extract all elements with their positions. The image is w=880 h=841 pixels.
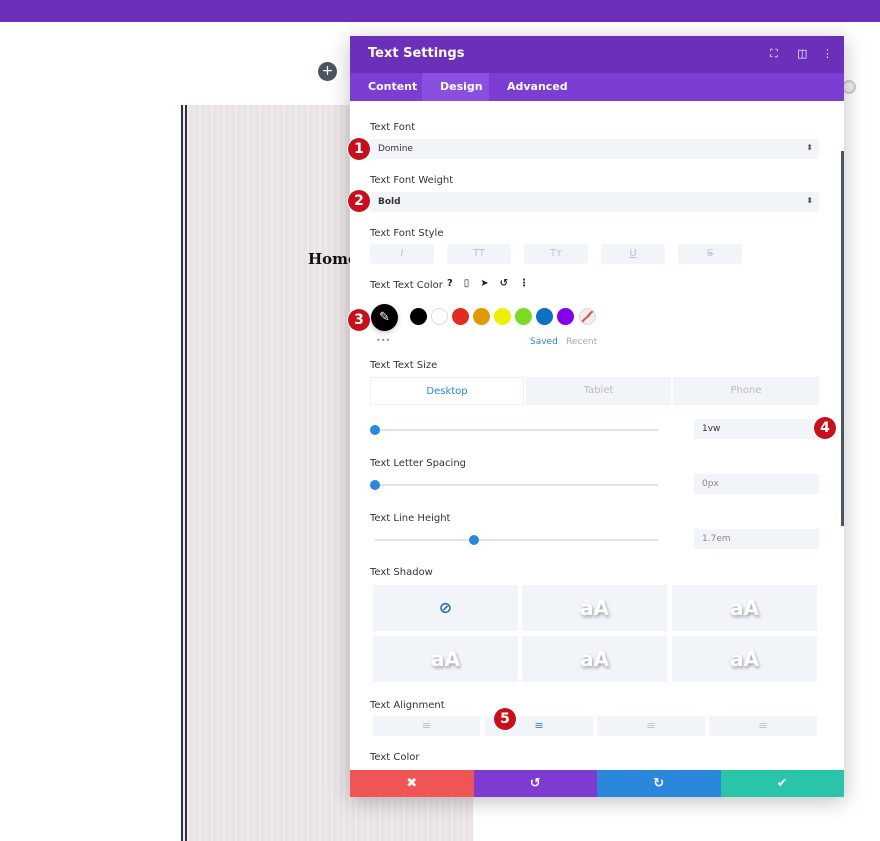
top-bar [0, 0, 880, 22]
text-text-color-label: Text Text Color [370, 280, 443, 291]
color-swatch[interactable] [410, 308, 427, 325]
step-badge-5: 5 [494, 708, 516, 730]
letter-spacing-slider-handle[interactable] [370, 480, 380, 490]
color-swatch[interactable] [473, 308, 490, 325]
color-swatch[interactable] [515, 308, 532, 325]
shadow-none-button[interactable]: ⊘ [373, 585, 518, 631]
text-size-slider-handle[interactable] [370, 425, 380, 435]
shadow-preset-5[interactable]: aA [672, 636, 817, 682]
undo-button[interactable]: ↺ [473, 770, 597, 797]
fullscreen-icon[interactable]: ⛶ [770, 47, 778, 61]
tab-design[interactable]: Design [422, 73, 489, 101]
text-font-value: Domine [378, 144, 413, 154]
italic-button[interactable]: I [370, 244, 434, 264]
text-letter-spacing-label: Text Letter Spacing [370, 458, 467, 469]
step-badge-3: 3 [348, 309, 370, 331]
side-settings-icon[interactable] [842, 80, 856, 94]
more-options-icon[interactable]: ⋮ [822, 47, 833, 60]
text-text-size-label: Text Text Size [370, 360, 438, 371]
text-size-slider-track[interactable] [375, 429, 658, 431]
color-swatch[interactable] [452, 308, 469, 325]
cancel-button[interactable]: ✖ [350, 770, 474, 797]
text-color-label: Text Color [370, 752, 420, 763]
text-font-select[interactable]: Domine ⬍ [370, 139, 819, 159]
split-view-icon[interactable]: ◫ [797, 47, 807, 60]
shadow-preset-4[interactable]: aA [522, 636, 667, 682]
step-badge-4: 4 [814, 417, 836, 439]
panel-header: Text Settings ⛶ ◫ ⋮ [350, 36, 844, 73]
align-justify-button[interactable]: ≡ [709, 716, 817, 736]
color-swatch[interactable] [536, 308, 553, 325]
shadow-preset-3[interactable]: aA [373, 636, 518, 682]
no-color-swatch[interactable] [579, 308, 596, 325]
text-font-weight-select[interactable]: Bold ⬍ [370, 192, 819, 212]
color-swatch[interactable] [494, 308, 511, 325]
tab-desktop[interactable]: Desktop [370, 377, 524, 405]
text-font-weight-label: Text Font Weight [370, 175, 454, 186]
tab-phone[interactable]: Phone [673, 377, 819, 405]
more-colors-icon[interactable]: ••• [376, 336, 390, 345]
shadow-preset-2[interactable]: aA [672, 585, 817, 631]
panel-title: Text Settings [368, 46, 465, 61]
saved-colors-tab[interactable]: Saved [530, 337, 558, 347]
capitalize-button[interactable]: Tт [524, 244, 588, 264]
text-font-weight-value: Bold [378, 197, 401, 207]
no-shadow-icon: ⊘ [438, 598, 453, 617]
panel-footer: ✖ ↺ ↻ ✔ [350, 770, 844, 797]
field-option-icons[interactable]: ?▯➤↺⋮ [447, 278, 540, 289]
step-badge-2: 2 [348, 190, 370, 212]
tab-tablet[interactable]: Tablet [526, 377, 671, 405]
add-module-button[interactable]: + [318, 62, 337, 81]
line-height-input[interactable]: 1.7em [694, 529, 819, 549]
color-swatch[interactable] [431, 308, 448, 325]
letter-spacing-slider-track[interactable] [375, 484, 658, 486]
text-line-height-label: Text Line Height [370, 513, 451, 524]
line-height-slider-track[interactable] [375, 539, 658, 541]
select-arrows-icon: ⬍ [806, 196, 813, 205]
step-badge-1: 1 [348, 138, 370, 160]
letter-spacing-input[interactable]: 0px [694, 474, 819, 494]
uppercase-button[interactable]: TT [447, 244, 511, 264]
shadow-preset-1[interactable]: aA [522, 585, 667, 631]
save-button[interactable]: ✔ [720, 770, 844, 797]
text-size-input[interactable]: 1vw [694, 419, 819, 439]
strikethrough-button[interactable]: S [678, 244, 742, 264]
select-arrows-icon: ⬍ [806, 143, 813, 152]
text-font-label: Text Font [370, 122, 416, 133]
text-settings-panel: Text Settings ⛶ ◫ ⋮ Content Design Advan… [350, 36, 844, 797]
recent-colors-tab[interactable]: Recent [566, 337, 597, 347]
text-font-style-label: Text Font Style [370, 228, 444, 239]
text-shadow-label: Text Shadow [370, 567, 433, 578]
underline-button[interactable]: U [601, 244, 665, 264]
color-swatch[interactable] [557, 308, 574, 325]
panel-tabs: Content Design Advanced [350, 73, 844, 101]
tab-advanced[interactable]: Advanced [489, 73, 586, 101]
panel-scrollbar[interactable] [841, 151, 844, 526]
text-alignment-label: Text Alignment [370, 700, 445, 711]
line-height-slider-handle[interactable] [469, 535, 480, 545]
align-left-button[interactable]: ≡ [373, 716, 480, 736]
align-right-button[interactable]: ≡ [597, 716, 705, 736]
redo-button[interactable]: ↻ [597, 770, 721, 797]
eyedropper-color-picker[interactable]: ✎ [371, 304, 398, 331]
